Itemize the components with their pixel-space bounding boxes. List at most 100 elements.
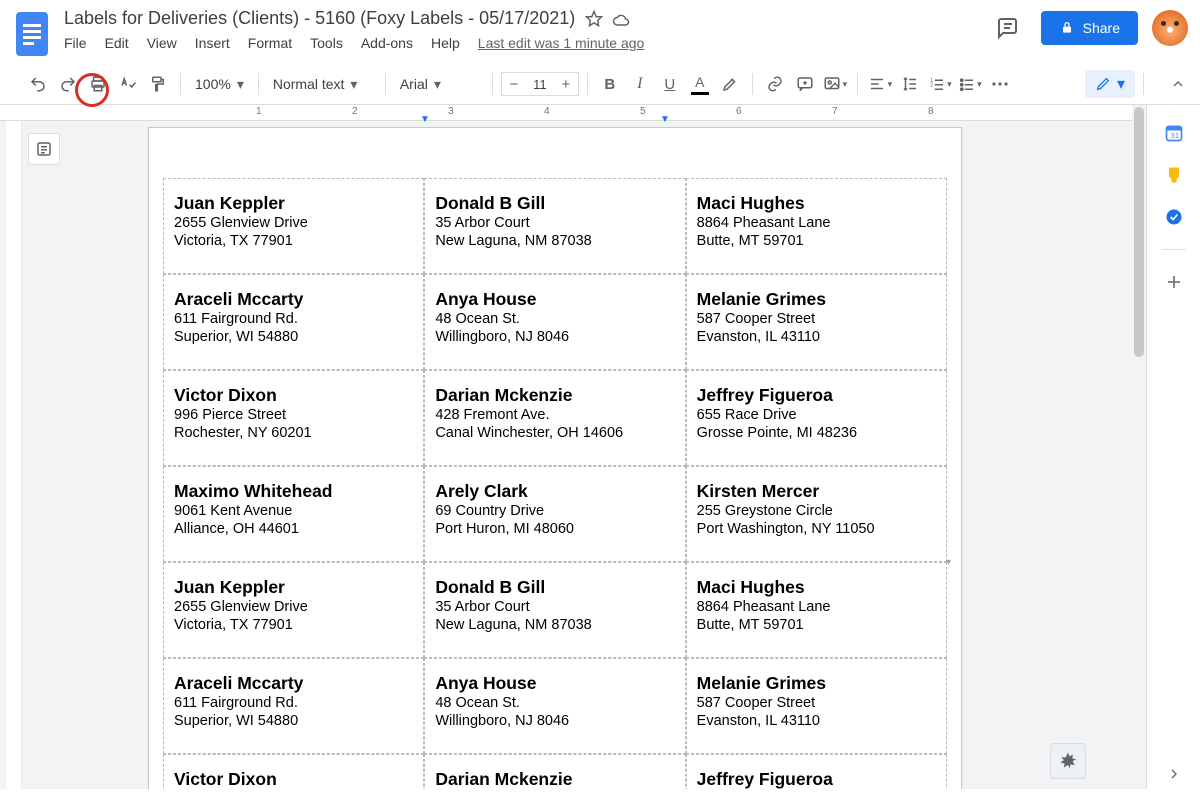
star-icon[interactable] <box>585 10 603 28</box>
explore-button[interactable] <box>1050 743 1086 779</box>
ruler-number: 4 <box>544 106 550 117</box>
label-cell[interactable]: Donald B Gill35 Arbor CourtNew Laguna, N… <box>424 562 685 658</box>
font-size-value[interactable]: 11 <box>526 77 554 92</box>
ruler-number: 8 <box>928 106 934 117</box>
label-cell[interactable]: Maximo Whitehead9061 Kent AvenueAlliance… <box>163 466 424 562</box>
label-cell[interactable]: Maci Hughes8864 Pheasant LaneButte, MT 5… <box>686 562 947 658</box>
label-cell[interactable]: Melanie Grimes587 Cooper StreetEvanston,… <box>686 658 947 754</box>
spellcheck-button[interactable] <box>114 70 142 98</box>
label-cell[interactable]: Victor Dixon996 Pierce StreetRochester, … <box>163 370 424 466</box>
font-select[interactable]: Arial▾ <box>394 76 484 93</box>
underline-button[interactable]: U <box>656 70 684 98</box>
zoom-select[interactable]: 100%▾ <box>189 76 250 93</box>
numbered-list-button[interactable]: 12▾ <box>926 70 954 98</box>
label-address-line: New Laguna, NM 87038 <box>435 616 674 634</box>
vertical-ruler[interactable] <box>6 121 22 789</box>
table-handle-icon[interactable]: ▾ <box>946 557 951 568</box>
label-cell[interactable]: Araceli Mccarty611 Fairground Rd.Superio… <box>163 658 424 754</box>
add-addon-icon[interactable] <box>1164 272 1184 292</box>
menu-help[interactable]: Help <box>431 35 460 51</box>
svg-text:31: 31 <box>1170 131 1178 140</box>
ruler-number: 1 <box>256 106 262 117</box>
label-address-line: 996 Pierce Street <box>174 406 413 424</box>
indent-marker-icon[interactable]: ▼ <box>660 114 670 125</box>
label-cell[interactable]: Darian Mckenzie <box>424 754 685 789</box>
collapse-sidepanel-button[interactable] <box>1166 766 1182 782</box>
label-cell[interactable]: Melanie Grimes587 Cooper StreetEvanston,… <box>686 274 947 370</box>
label-address-line: New Laguna, NM 87038 <box>435 232 674 250</box>
horizontal-ruler[interactable]: 1 2 ▼ 3 4 5 ▼ 6 7 8 <box>0 105 1146 121</box>
label-name: Anya House <box>435 289 674 310</box>
open-comments-button[interactable] <box>987 8 1027 48</box>
label-address-line: 8864 Pheasant Lane <box>697 214 936 232</box>
menu-file[interactable]: File <box>64 35 87 51</box>
indent-marker-icon[interactable]: ▼ <box>420 114 430 125</box>
label-cell[interactable]: Jeffrey Figueroa <box>686 754 947 789</box>
docs-logo-icon[interactable] <box>12 8 52 60</box>
label-cell[interactable]: Anya House48 Ocean St.Willingboro, NJ 80… <box>424 658 685 754</box>
document-title[interactable]: Labels for Deliveries (Clients) - 5160 (… <box>64 8 575 29</box>
mode-switcher[interactable]: ▾ <box>1085 70 1135 98</box>
label-cell[interactable]: Anya House48 Ocean St.Willingboro, NJ 80… <box>424 274 685 370</box>
last-edit-link[interactable]: Last edit was 1 minute ago <box>478 35 645 51</box>
label-name: Victor Dixon <box>174 385 413 406</box>
menu-format[interactable]: Format <box>248 35 292 51</box>
font-size-decrease[interactable]: − <box>502 76 526 93</box>
label-cell[interactable]: Darian Mckenzie428 Fremont Ave.Canal Win… <box>424 370 685 466</box>
menu-edit[interactable]: Edit <box>105 35 129 51</box>
font-size-increase[interactable]: + <box>554 76 578 93</box>
more-toolbar-button[interactable] <box>986 70 1014 98</box>
label-cell[interactable]: Maci Hughes8864 Pheasant LaneButte, MT 5… <box>686 178 947 274</box>
caret-down-icon: ▾ <box>977 79 982 90</box>
caret-down-icon: ▾ <box>350 76 357 93</box>
highlight-button[interactable] <box>716 70 744 98</box>
label-cell[interactable]: Araceli Mccarty611 Fairground Rd.Superio… <box>163 274 424 370</box>
label-address-line: Willingboro, NJ 8046 <box>435 328 674 346</box>
italic-button[interactable]: I <box>626 70 654 98</box>
styles-select[interactable]: Normal text ▾ <box>267 76 377 93</box>
label-name: Araceli Mccarty <box>174 289 413 310</box>
label-address-line: 35 Arbor Court <box>435 214 674 232</box>
label-name: Jeffrey Figueroa <box>697 769 936 789</box>
label-address-line: 35 Arbor Court <box>435 598 674 616</box>
align-button[interactable]: ▾ <box>866 70 894 98</box>
label-cell[interactable]: Juan Keppler2655 Glenview DriveVictoria,… <box>163 562 424 658</box>
document-page[interactable]: Juan Keppler2655 Glenview DriveVictoria,… <box>148 127 962 789</box>
label-cell[interactable]: Jeffrey Figueroa655 Race DriveGrosse Poi… <box>686 370 947 466</box>
account-avatar[interactable] <box>1152 10 1188 46</box>
undo-button[interactable] <box>24 70 52 98</box>
ruler-number: 7 <box>832 106 838 117</box>
text-color-button[interactable]: A <box>686 70 714 98</box>
redo-button[interactable] <box>54 70 82 98</box>
bulleted-list-button[interactable]: ▾ <box>956 70 984 98</box>
line-spacing-button[interactable] <box>896 70 924 98</box>
insert-link-button[interactable] <box>761 70 789 98</box>
menu-view[interactable]: View <box>147 35 177 51</box>
caret-down-icon: ▾ <box>434 76 441 93</box>
print-button[interactable] <box>84 70 112 98</box>
insert-image-button[interactable]: ▾ <box>821 70 849 98</box>
vertical-scrollbar[interactable] <box>1132 105 1146 743</box>
menu-addons[interactable]: Add-ons <box>361 35 413 51</box>
paint-format-button[interactable] <box>144 70 172 98</box>
tasks-icon[interactable] <box>1164 207 1184 227</box>
label-cell[interactable]: Juan Keppler2655 Glenview DriveVictoria,… <box>163 178 424 274</box>
share-button[interactable]: Share <box>1041 11 1138 45</box>
hide-menus-button[interactable] <box>1170 76 1186 92</box>
keep-icon[interactable] <box>1164 165 1184 185</box>
scrollbar-thumb[interactable] <box>1134 107 1144 357</box>
label-address-line: Victoria, TX 77901 <box>174 232 413 250</box>
label-cell[interactable]: Arely Clark69 Country DrivePort Huron, M… <box>424 466 685 562</box>
label-cell[interactable]: Kirsten Mercer255 Greystone CirclePort W… <box>686 466 947 562</box>
label-cell[interactable]: Donald B Gill35 Arbor CourtNew Laguna, N… <box>424 178 685 274</box>
show-outline-button[interactable] <box>28 133 60 165</box>
styles-value: Normal text <box>273 76 345 92</box>
label-address-line: Victoria, TX 77901 <box>174 616 413 634</box>
label-cell[interactable]: Victor Dixon <box>163 754 424 789</box>
menu-tools[interactable]: Tools <box>310 35 343 51</box>
cloud-check-icon[interactable] <box>611 10 631 28</box>
menu-insert[interactable]: Insert <box>195 35 230 51</box>
calendar-icon[interactable]: 31 <box>1164 123 1184 143</box>
bold-button[interactable]: B <box>596 70 624 98</box>
insert-comment-button[interactable] <box>791 70 819 98</box>
